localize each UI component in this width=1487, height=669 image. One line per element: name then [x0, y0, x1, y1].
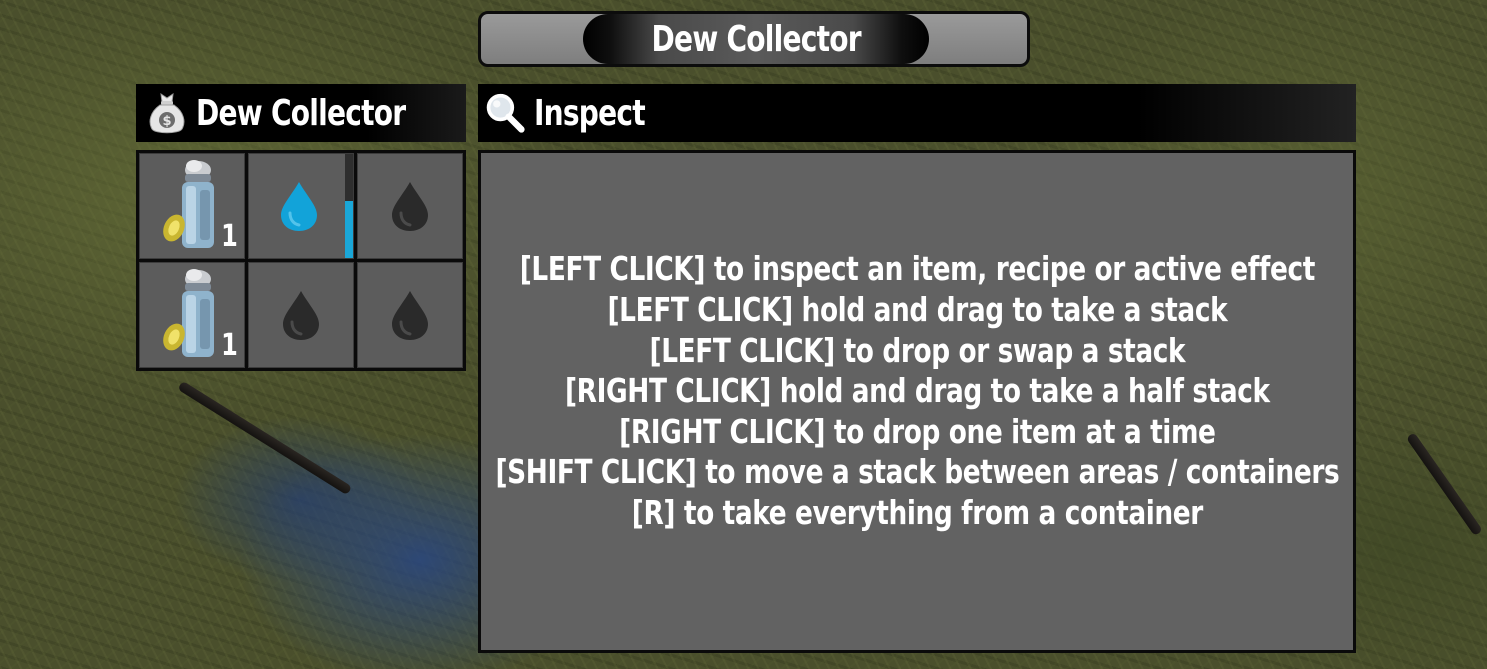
container-slot[interactable]	[357, 262, 463, 368]
tent-pole	[1405, 432, 1483, 537]
container-grid: 1 1	[136, 150, 466, 371]
inspect-panel: [LEFT CLICK] to inspect an item, recipe …	[478, 150, 1356, 653]
container-header: $ Dew Collector	[136, 84, 466, 142]
item-count: 1	[221, 328, 238, 363]
window-title: Dew Collector	[651, 18, 861, 60]
container-slot[interactable]	[357, 153, 463, 259]
hint-line: [SHIFT CLICK] to move a stack between ar…	[495, 452, 1339, 492]
hint-line: [RIGHT CLICK] to drop one item at a time	[618, 411, 1216, 451]
controls-hint-list: [LEFT CLICK] to inspect an item, recipe …	[495, 249, 1339, 533]
inspect-header: Inspect	[478, 84, 1356, 142]
empty-water-drop-icon	[392, 182, 428, 231]
water-drop-icon	[281, 182, 317, 231]
hint-line: [LEFT CLICK] to drop or swap a stack	[649, 330, 1185, 370]
filter-jar-icon	[163, 160, 214, 248]
container-slot[interactable]: 1	[139, 262, 245, 368]
window-title-bar: Dew Collector	[478, 11, 1030, 67]
money-bag-icon: $	[149, 92, 185, 134]
inspect-title: Inspect	[534, 92, 646, 134]
hint-line: [LEFT CLICK] to inspect an item, recipe …	[519, 249, 1315, 289]
filter-jar-icon	[163, 269, 214, 357]
svg-text:$: $	[162, 114, 171, 129]
container-title: Dew Collector	[196, 92, 406, 134]
container-slot[interactable]: 1	[139, 153, 245, 259]
collection-progress-bar	[345, 154, 353, 258]
container-slot[interactable]	[248, 262, 354, 368]
title-pill: Dew Collector	[583, 14, 929, 64]
empty-water-drop-icon	[392, 291, 428, 340]
empty-water-drop-icon	[283, 291, 319, 340]
collection-progress-fill	[345, 200, 353, 258]
tent-pole	[177, 380, 353, 496]
hint-line: [R] to take everything from a container	[631, 492, 1203, 532]
magnifying-glass-icon	[486, 93, 525, 133]
hint-line: [RIGHT CLICK] hold and drag to take a ha…	[564, 371, 1270, 411]
item-count: 1	[221, 219, 238, 254]
hint-line: [LEFT CLICK] hold and drag to take a sta…	[607, 290, 1227, 330]
container-slot[interactable]	[248, 153, 354, 259]
